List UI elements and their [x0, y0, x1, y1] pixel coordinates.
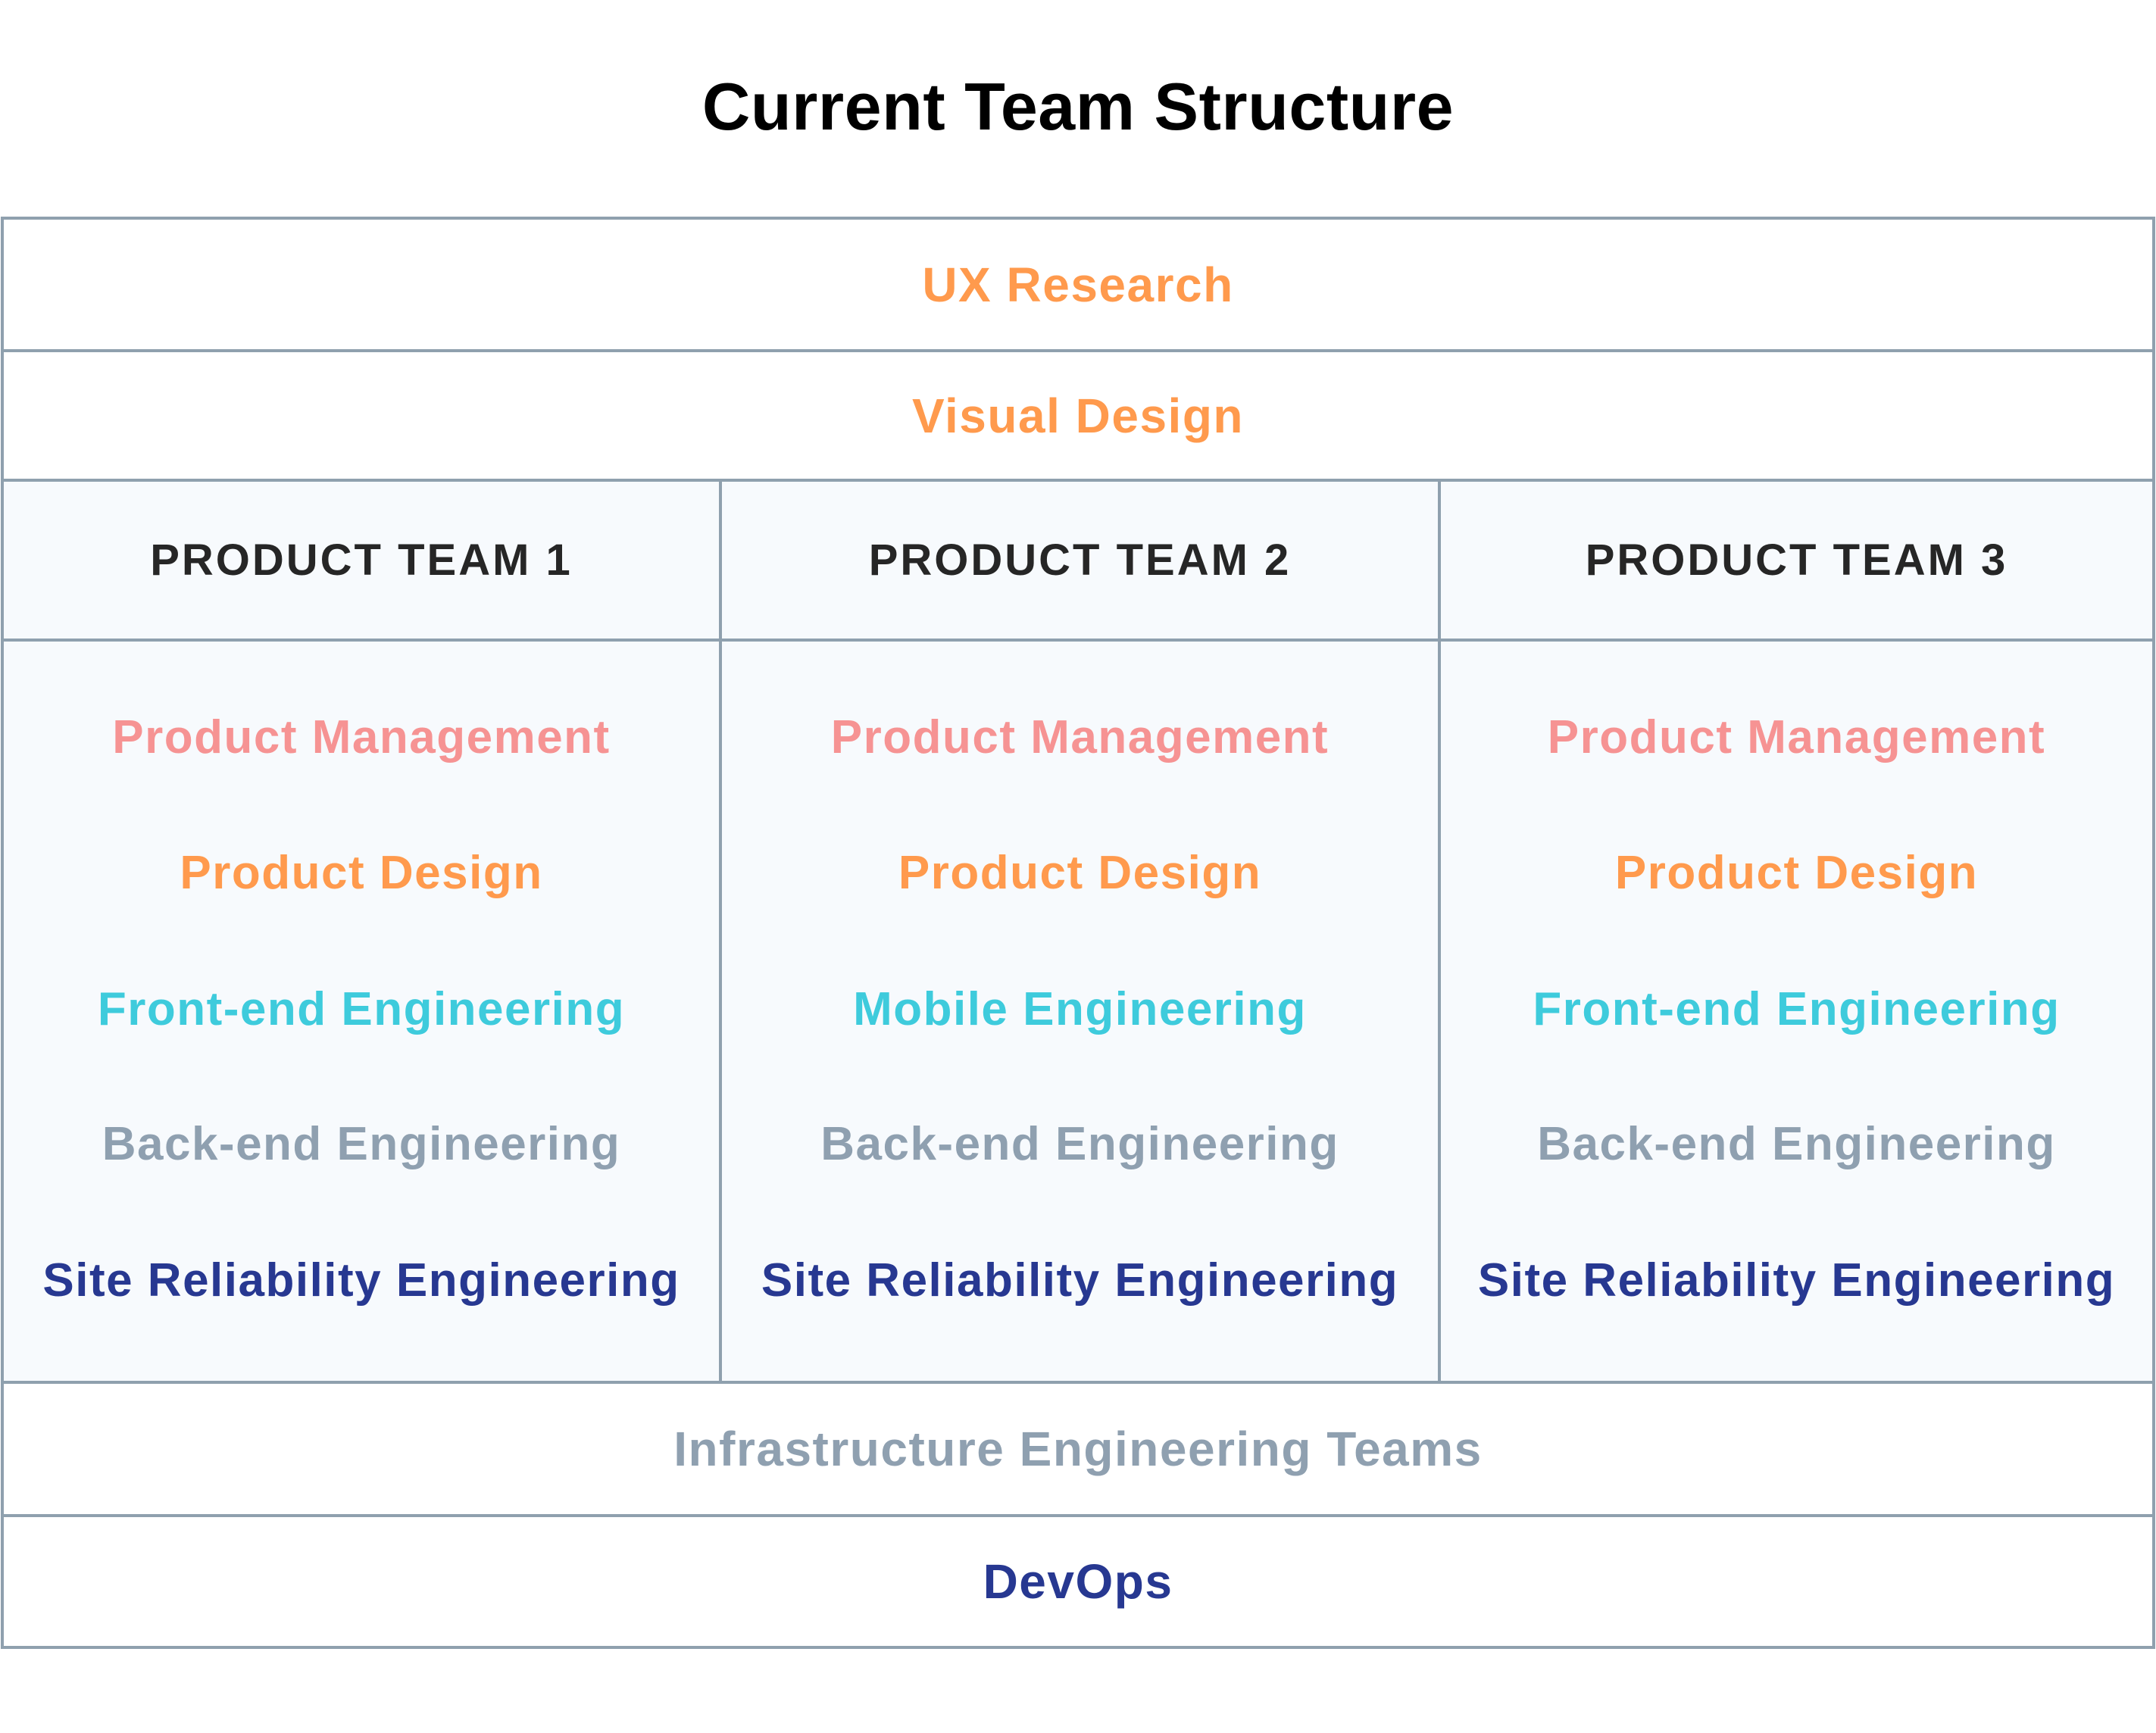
product-team-3-functions: Product Management Product Design Front-… [1441, 642, 2152, 1381]
function-item: Product Design [180, 847, 543, 899]
diagram-title: Current Team Structure [701, 69, 1455, 144]
product-teams-area: PRODUCT TEAM 1 Product Management Produc… [4, 482, 2152, 1381]
function-item: Back-end Engineering [820, 1118, 1339, 1170]
function-item: Front-end Engineering [97, 983, 626, 1035]
function-item: Mobile Engineering [853, 983, 1307, 1035]
function-item: Site Reliability Engineering [42, 1254, 680, 1307]
product-team-3-header: PRODUCT TEAM 3 [1441, 482, 2152, 639]
function-item: Back-end Engineering [1537, 1118, 2056, 1170]
devops-label: DevOps [983, 1554, 1173, 1609]
visual-design-label: Visual Design [911, 388, 1245, 443]
function-item: Product Management [112, 711, 611, 763]
product-team-2-functions: Product Management Product Design Mobile… [722, 642, 1438, 1381]
column-divider-line [719, 482, 722, 1381]
ux-research-label: UX Research [922, 257, 1234, 312]
function-item: Site Reliability Engineering [1477, 1254, 2116, 1307]
header-divider-line [4, 639, 2152, 642]
function-item: Product Management [1547, 711, 2046, 763]
product-team-2-header: PRODUCT TEAM 2 [722, 482, 1438, 639]
column-divider-line [1438, 482, 1441, 1381]
function-item: Product Management [830, 711, 1330, 763]
infrastructure-label: Infrastructure Engineering Teams [673, 1422, 1483, 1476]
function-item: Front-end Engineering [1533, 983, 2061, 1035]
row-infrastructure: Infrastructure Engineering Teams [4, 1384, 2152, 1514]
product-team-1-title: PRODUCT TEAM 1 [150, 536, 573, 585]
function-item: Site Reliability Engineering [761, 1254, 1399, 1307]
function-item: Back-end Engineering [102, 1118, 621, 1170]
function-item: Product Design [1614, 847, 1979, 899]
product-team-3-title: PRODUCT TEAM 3 [1585, 536, 2008, 585]
product-team-1-functions: Product Management Product Design Front-… [4, 642, 719, 1381]
row-visual-design: Visual Design [4, 352, 2152, 479]
row-ux-research: UX Research [4, 220, 2152, 349]
product-team-2-title: PRODUCT TEAM 2 [868, 536, 1292, 585]
product-team-1-header: PRODUCT TEAM 1 [4, 482, 719, 639]
team-structure-table: UX Research Visual Design PRODUCT TEAM 1… [1, 217, 2155, 1649]
row-devops: DevOps [4, 1517, 2152, 1646]
function-item: Product Design [898, 847, 1262, 899]
